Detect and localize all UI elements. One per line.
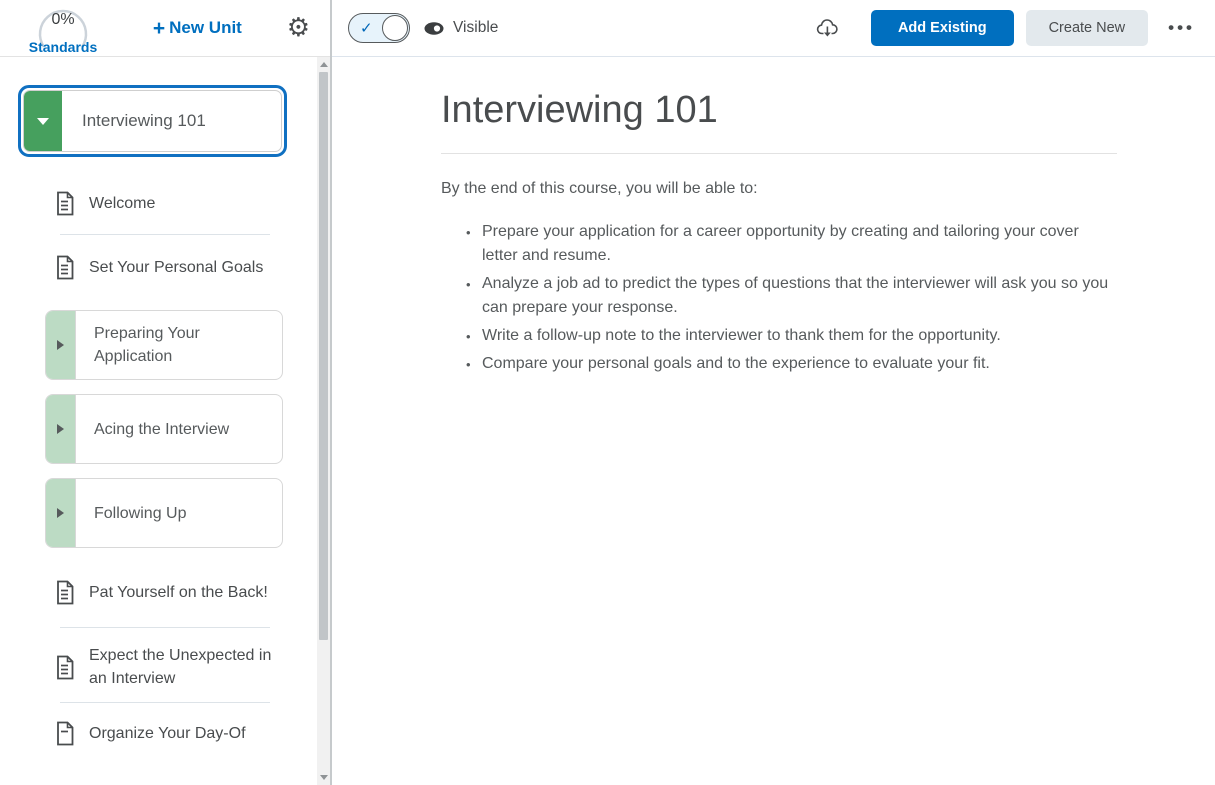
list-divider bbox=[60, 702, 270, 703]
standards-label: Standards bbox=[28, 39, 98, 55]
topic-label: Set Your Personal Goals bbox=[89, 259, 264, 276]
document-icon bbox=[55, 580, 75, 605]
checkmark-icon: ✓ bbox=[360, 19, 373, 37]
toggle-knob bbox=[382, 15, 408, 41]
scroll-down-button[interactable] bbox=[317, 770, 330, 785]
standards-percent: 0% bbox=[51, 11, 75, 28]
unit-card-acing-interview[interactable]: Acing the Interview bbox=[45, 394, 283, 464]
visibility-toggle[interactable]: ✓ bbox=[348, 13, 410, 43]
topic-row-expect-unexpected[interactable]: Expect the Unexpected in an Interview bbox=[55, 644, 317, 690]
settings-gear-icon[interactable]: ⚙ bbox=[287, 15, 310, 41]
unit-card-inner: Interviewing 101 bbox=[23, 90, 282, 152]
standards-progress-badge[interactable]: 0% Standards bbox=[24, 4, 102, 56]
scroll-up-arrow-icon bbox=[319, 62, 328, 67]
topic-row-organize-day-of[interactable]: Organize Your Day-Of bbox=[55, 721, 317, 746]
toolbar-actions: Add Existing Create New ••• bbox=[816, 10, 1201, 46]
unit-title: Acing the Interview bbox=[94, 420, 230, 438]
intro-text: By the end of this course, you will be a… bbox=[441, 180, 758, 197]
unit-expand-strip[interactable] bbox=[24, 91, 62, 151]
objective-item: Write a follow-up note to the interviewe… bbox=[466, 324, 1117, 349]
list-divider bbox=[60, 627, 270, 628]
unit-expand-strip[interactable] bbox=[46, 311, 76, 379]
plus-icon: + bbox=[152, 16, 166, 40]
title-divider bbox=[441, 153, 1117, 154]
topic-row-pat-yourself[interactable]: Pat Yourself on the Back! bbox=[55, 580, 317, 605]
topic-row-welcome[interactable]: Welcome bbox=[55, 191, 317, 216]
document-icon bbox=[55, 255, 75, 280]
sidebar-header: 0% Standards + New Unit ⚙ bbox=[0, 0, 330, 57]
course-outline-list: Interviewing 101 Welcome Set Your Person… bbox=[0, 57, 317, 785]
chevron-right-icon bbox=[57, 340, 64, 350]
visible-label: Visible bbox=[453, 19, 499, 36]
course-outline-sidebar: 0% Standards + New Unit ⚙ Interviewing 1… bbox=[0, 0, 332, 785]
document-icon bbox=[55, 655, 75, 680]
new-unit-label: New Unit bbox=[169, 18, 242, 37]
chevron-down-icon bbox=[37, 117, 49, 125]
document-icon bbox=[55, 721, 75, 746]
objectives-list: Prepare your application for a career op… bbox=[441, 220, 1117, 377]
topic-row-personal-goals[interactable]: Set Your Personal Goals bbox=[55, 255, 317, 280]
page-title: Interviewing 101 bbox=[441, 89, 718, 131]
unit-card-selected[interactable]: Interviewing 101 bbox=[18, 85, 287, 157]
objective-item: Prepare your application for a career op… bbox=[466, 220, 1117, 268]
topic-label: Organize Your Day-Of bbox=[89, 725, 246, 742]
unit-expand-strip[interactable] bbox=[46, 395, 76, 463]
scroll-up-button[interactable] bbox=[317, 57, 330, 72]
topic-label: Expect the Unexpected in an Interview bbox=[89, 647, 272, 687]
unit-card-preparing-application[interactable]: Preparing Your Application bbox=[45, 310, 283, 380]
objective-item: Analyze a job ad to predict the types of… bbox=[466, 272, 1117, 320]
add-existing-button[interactable]: Add Existing bbox=[870, 10, 1014, 46]
unit-content: Interviewing 101 By the end of this cour… bbox=[332, 57, 1215, 380]
unit-toolbar: ✓ Visible Add Existing Create New ••• bbox=[332, 0, 1215, 57]
objective-item: Compare your personal goals and to the e… bbox=[466, 352, 1117, 377]
course-builder-app: 0% Standards + New Unit ⚙ Interviewing 1… bbox=[0, 0, 1215, 785]
create-new-button[interactable]: Create New bbox=[1025, 10, 1149, 46]
eye-icon bbox=[423, 21, 445, 36]
chevron-right-icon bbox=[57, 424, 64, 434]
unit-title: Following Up bbox=[94, 504, 187, 522]
cloud-download-icon[interactable] bbox=[816, 17, 841, 40]
topic-label: Pat Yourself on the Back! bbox=[89, 584, 268, 601]
unit-detail-panel: ✓ Visible Add Existing Create New ••• In… bbox=[332, 0, 1215, 785]
sidebar-scrollbar[interactable] bbox=[317, 57, 330, 785]
scroll-down-arrow-icon bbox=[319, 775, 328, 780]
chevron-right-icon bbox=[57, 508, 64, 518]
unit-title: Interviewing 101 bbox=[82, 111, 206, 130]
unit-card-following-up[interactable]: Following Up bbox=[45, 478, 283, 548]
document-icon bbox=[55, 191, 75, 216]
unit-title: Preparing Your Application bbox=[94, 325, 200, 365]
unit-expand-strip[interactable] bbox=[46, 479, 76, 547]
new-unit-button[interactable]: + New Unit bbox=[153, 18, 242, 39]
topic-label: Welcome bbox=[89, 195, 156, 212]
scrollbar-thumb[interactable] bbox=[319, 72, 328, 640]
more-options-icon[interactable]: ••• bbox=[1162, 14, 1201, 42]
list-divider bbox=[60, 234, 270, 235]
